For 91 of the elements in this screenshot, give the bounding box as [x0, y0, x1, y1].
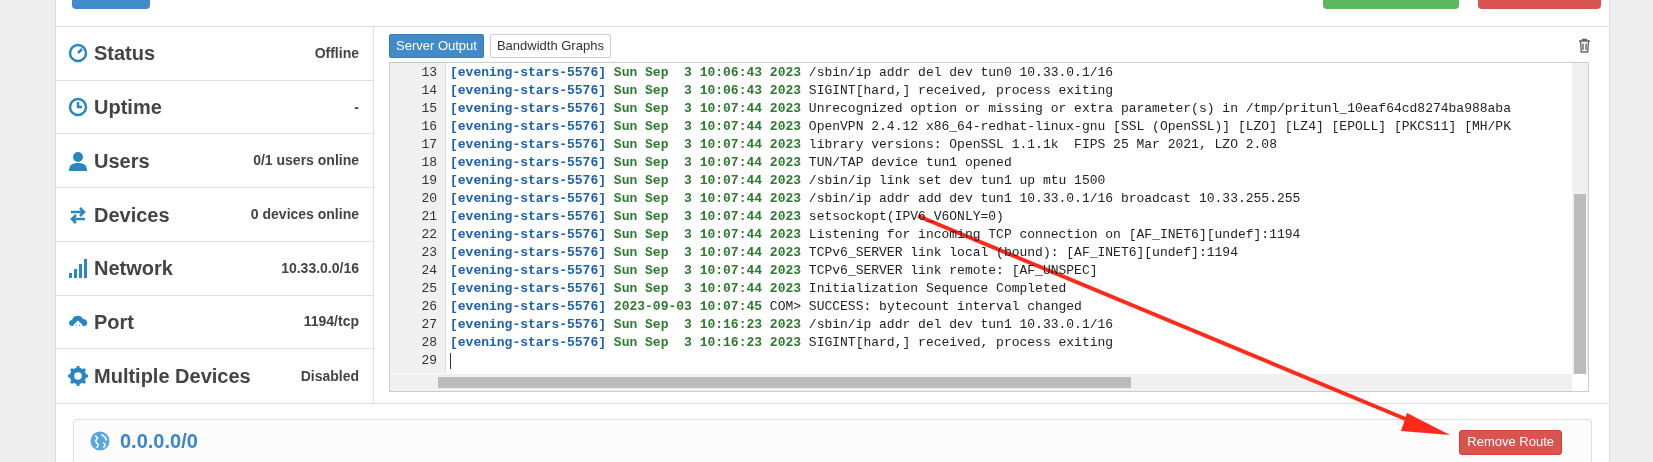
log-message: Initialization Sequence Completed: [808, 280, 1067, 298]
log-source: [evening-stars-5576]: [450, 298, 607, 316]
line-number: 29: [420, 352, 438, 370]
log-source: [evening-stars-5576]: [450, 262, 607, 280]
log-source: [evening-stars-5576]: [450, 190, 607, 208]
log-timestamp: Sun Sep 3 10:07:44 2023: [613, 190, 802, 208]
info-value: 10.33.0.0/16: [281, 258, 359, 278]
info-label: Port: [94, 309, 134, 335]
info-label: Status: [94, 41, 156, 67]
user-icon: [68, 150, 88, 171]
line-number: 25: [420, 280, 438, 298]
signal-bars-icon: [68, 258, 88, 279]
log-source: [evening-stars-5576]: [450, 82, 607, 100]
log-timestamp: Sun Sep 3 10:07:44 2023: [613, 136, 802, 154]
log-timestamp: Sun Sep 3 10:07:44 2023: [613, 244, 802, 262]
route-network: 0.0.0.0/0: [120, 429, 198, 454]
log-source: [evening-stars-5576]: [450, 316, 607, 334]
line-number: 18: [420, 154, 438, 172]
tab[interactable]: Server Output: [389, 33, 484, 58]
log-timestamp: Sun Sep 3 10:07:44 2023: [613, 226, 802, 244]
log-timestamp: Sun Sep 3 10:07:44 2023: [613, 280, 802, 298]
info-value: 0 devices online: [250, 205, 359, 224]
log-source: [evening-stars-5576]: [450, 136, 607, 154]
log-source: [evening-stars-5576]: [450, 64, 607, 82]
text-cursor: [450, 353, 451, 369]
log-timestamp: Sun Sep 3 10:07:44 2023: [613, 100, 802, 118]
log-message: /sbin/ip addr add dev tun1 10.33.0.1/16 broadcast 10.33.255.255: [808, 190, 1301, 208]
log-timestamp: Sun Sep 3 10:07:44 2023: [613, 154, 802, 172]
log-message: library versions: OpenSSL 1.1.1k FIPS 25 Mar 2021, LZO 2.08: [808, 136, 1277, 154]
log-source: [evening-stars-5576]: [450, 280, 607, 298]
log-message: SIGINT[hard,] received, process exiting: [808, 334, 1114, 352]
exchange-arrows-icon: [68, 204, 88, 225]
log-source: [evening-stars-5576]: [450, 154, 607, 172]
log-message: SIGINT[hard,] received, process exiting: [808, 82, 1114, 100]
info-value: Disabled: [300, 366, 359, 386]
scrollbar-thumb[interactable]: [438, 377, 1131, 388]
clock-icon: [68, 97, 88, 118]
log-timestamp: Sun Sep 3 10:07:44 2023: [613, 118, 802, 136]
line-number: 23: [420, 244, 438, 262]
log-source: [evening-stars-5576]: [450, 172, 607, 190]
line-number: 15: [420, 100, 438, 118]
log-message: setsockopt(IPV6_V6ONLY=0): [808, 208, 1004, 226]
line-number: 14: [420, 82, 438, 100]
log-message: /sbin/ip addr del dev tun0 10.33.0.1/16: [808, 64, 1114, 82]
log-timestamp: Sun Sep 3 10:16:23 2023: [613, 334, 802, 352]
log-message: COM> SUCCESS: bytecount interval changed: [769, 298, 1082, 316]
log-message: /sbin/ip link set dev tun1 up mtu 1500: [808, 172, 1106, 190]
info-label: Uptime: [94, 95, 162, 121]
gauge-icon: [68, 43, 88, 64]
info-value: 0/1 users online: [253, 151, 359, 171]
line-number: 13: [420, 64, 438, 82]
log-message: /sbin/ip addr del dev tun1 10.33.0.1/16: [808, 316, 1114, 334]
log-timestamp: Sun Sep 3 10:07:44 2023: [613, 208, 802, 226]
info-label: Users: [94, 148, 150, 174]
log-timestamp: Sun Sep 3 10:16:23 2023: [613, 316, 802, 334]
line-number: 20: [420, 190, 438, 208]
log-source: [evening-stars-5576]: [450, 334, 607, 352]
gear-icon: [68, 366, 88, 387]
line-number: 17: [420, 136, 438, 154]
log-source: [evening-stars-5576]: [450, 226, 607, 244]
log-timestamp: Sun Sep 3 10:06:43 2023: [613, 64, 802, 82]
info-label: Multiple Devices: [94, 364, 251, 390]
info-label: Devices: [94, 202, 170, 228]
trash-icon[interactable]: [1578, 38, 1591, 53]
line-number: 21: [420, 208, 438, 226]
line-number: 24: [420, 262, 438, 280]
tab[interactable]: Bandwidth Graphs: [489, 33, 611, 58]
log-source: [evening-stars-5576]: [450, 100, 607, 118]
scrollbar-thumb[interactable]: [1574, 194, 1586, 374]
globe-icon: [90, 431, 110, 451]
log-source: [evening-stars-5576]: [450, 118, 607, 136]
line-number: 19: [420, 172, 438, 190]
info-value: -: [354, 97, 359, 117]
remove-route-button[interactable]: Remove Route: [1459, 429, 1562, 455]
log-message: Unrecognized option or missing or extra parameter(s) in /tmp/pritunl_10eaf64cd8274ba988aba: [808, 100, 1511, 118]
log-timestamp: Sun Sep 3 10:07:44 2023: [613, 262, 802, 280]
log-timestamp: 2023-09-03 10:07:45: [613, 298, 763, 316]
line-number: 26: [420, 298, 438, 316]
log-timestamp: Sun Sep 3 10:07:44 2023: [613, 172, 802, 190]
line-number: 27: [420, 316, 438, 334]
line-number: 16: [420, 118, 438, 136]
log-source: [evening-stars-5576]: [450, 244, 607, 262]
log-source: [evening-stars-5576]: [450, 208, 607, 226]
log-timestamp: Sun Sep 3 10:06:43 2023: [613, 82, 802, 100]
info-value: 1194/tcp: [303, 312, 359, 332]
line-number: 22: [420, 226, 438, 244]
line-number: 28: [420, 334, 438, 352]
info-label: Network: [94, 256, 173, 282]
log-message: TUN/TAP device tun1 opened: [808, 154, 1012, 172]
log-message: OpenVPN 2.4.12 x86_64-redhat-linux-gnu [SSL (OpenSSL)] [LZO] [LZ4] [EPOLL] [PKCS11] [MH/PK: [808, 118, 1511, 136]
info-value: Offline: [314, 43, 359, 63]
